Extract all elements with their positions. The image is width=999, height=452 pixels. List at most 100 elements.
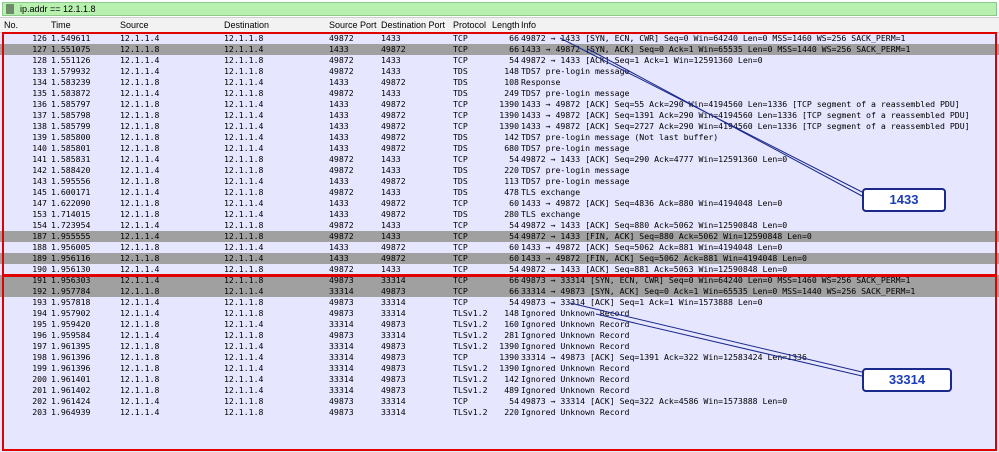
packet-time: 1.585797 <box>51 99 91 109</box>
packet-row[interactable]: 154 1.723954 12.1.1.4 12.1.1.8 49872 1433 TCP 5… <box>0 220 999 231</box>
packet-no: 133 <box>32 66 47 76</box>
packet-destination-port: 49873 <box>381 385 406 395</box>
col-header-source-port[interactable]: Source Port <box>329 18 377 32</box>
packet-no: 192 <box>32 286 47 296</box>
packet-destination: 12.1.1.4 <box>224 374 264 384</box>
packet-row[interactable]: 190 1.956130 12.1.1.4 12.1.1.8 49872 1433 TCP 5… <box>0 264 999 275</box>
packet-destination-port: 49873 <box>381 363 406 373</box>
packet-row[interactable]: 134 1.583239 12.1.1.8 12.1.1.4 1433 49872 TDS 1… <box>0 77 999 88</box>
packet-source: 12.1.1.8 <box>120 374 160 384</box>
packet-info: Ignored Unknown Record <box>521 385 630 395</box>
packet-row[interactable]: 199 1.961396 12.1.1.8 12.1.1.4 33314 49873 TLS… <box>0 363 999 374</box>
packet-row[interactable]: 133 1.579932 12.1.1.4 12.1.1.8 49872 1433 TDS 1… <box>0 66 999 77</box>
packet-protocol: TCP <box>453 253 468 263</box>
packet-row[interactable]: 195 1.959420 12.1.1.8 12.1.1.4 33314 49873 TLS… <box>0 319 999 330</box>
packet-destination: 12.1.1.8 <box>224 231 264 241</box>
packet-row[interactable]: 126 1.549611 12.1.1.4 12.1.1.8 49872 1433 TCP 6… <box>0 33 999 44</box>
packet-destination-port: 1433 <box>381 165 401 175</box>
col-header-length[interactable]: Length <box>492 18 520 32</box>
packet-row[interactable]: 147 1.622090 12.1.1.8 12.1.1.4 1433 49872 TCP 6… <box>0 198 999 209</box>
packet-row[interactable]: 201 1.961402 12.1.1.8 12.1.1.4 33314 49873 TLS… <box>0 385 999 396</box>
col-header-no[interactable]: No. <box>4 18 18 32</box>
packet-row[interactable]: 143 1.595556 12.1.1.8 12.1.1.4 1433 49872 TDS 1… <box>0 176 999 187</box>
packet-row[interactable]: 137 1.585798 12.1.1.8 12.1.1.4 1433 49872 TCP 1… <box>0 110 999 121</box>
packet-row[interactable]: 187 1.955555 12.1.1.4 12.1.1.8 49872 1433 TCP 5… <box>0 231 999 242</box>
packet-destination: 12.1.1.8 <box>224 308 264 318</box>
packet-protocol: TCP <box>453 242 468 252</box>
packet-row[interactable]: 203 1.964939 12.1.1.4 12.1.1.8 49873 33314 TLS… <box>0 407 999 418</box>
packet-row[interactable]: 202 1.961424 12.1.1.4 12.1.1.8 49873 33314 TCP… <box>0 396 999 407</box>
packet-length: 108 <box>504 77 519 87</box>
col-header-destination-port[interactable]: Destination Port <box>381 18 445 32</box>
packet-row[interactable]: 197 1.961395 12.1.1.8 12.1.1.4 33314 49873 TLS… <box>0 341 999 352</box>
packet-row[interactable]: 188 1.956005 12.1.1.8 12.1.1.4 1433 49872 TCP 6… <box>0 242 999 253</box>
packet-destination: 12.1.1.4 <box>224 319 264 329</box>
packet-length: 54 <box>509 297 519 307</box>
col-header-destination[interactable]: Destination <box>224 18 269 32</box>
packet-source: 12.1.1.8 <box>120 198 160 208</box>
packet-destination: 12.1.1.4 <box>224 132 264 142</box>
packet-row[interactable]: 138 1.585799 12.1.1.8 12.1.1.4 1433 49872 TCP 1… <box>0 121 999 132</box>
packet-row[interactable]: 191 1.956303 12.1.1.4 12.1.1.8 49873 33314 TCP… <box>0 275 999 286</box>
col-header-info[interactable]: Info <box>521 18 536 32</box>
display-filter-input[interactable]: ip.addr == 12.1.1.8 <box>2 2 997 16</box>
packet-time: 1.622090 <box>51 198 91 208</box>
packet-source: 12.1.1.8 <box>120 121 160 131</box>
col-header-protocol[interactable]: Protocol <box>453 18 486 32</box>
packet-no: 191 <box>32 275 47 285</box>
packet-length: 66 <box>509 275 519 285</box>
packet-time: 1.714015 <box>51 209 91 219</box>
packet-protocol: TLSv1.2 <box>453 374 488 384</box>
packet-destination: 12.1.1.8 <box>224 88 264 98</box>
packet-length: 680 <box>504 143 519 153</box>
packet-row[interactable]: 135 1.583872 12.1.1.4 12.1.1.8 49872 1433 TDS 2… <box>0 88 999 99</box>
packet-row[interactable]: 140 1.585801 12.1.1.8 12.1.1.4 1433 49872 TDS 6… <box>0 143 999 154</box>
packet-no: 138 <box>32 121 47 131</box>
packet-destination-port: 49872 <box>381 132 406 142</box>
packet-length: 280 <box>504 209 519 219</box>
packet-time: 1.583872 <box>51 88 91 98</box>
packet-row[interactable]: 127 1.551075 12.1.1.8 12.1.1.4 1433 49872 TCP 6… <box>0 44 999 55</box>
packet-destination: 12.1.1.4 <box>224 242 264 252</box>
packet-destination-port: 49872 <box>381 77 406 87</box>
col-header-source[interactable]: Source <box>120 18 149 32</box>
packet-source: 12.1.1.4 <box>120 308 160 318</box>
packet-source-port: 49873 <box>329 330 354 340</box>
packet-length: 1390 <box>499 99 519 109</box>
packet-protocol: TCP <box>453 220 468 230</box>
packet-protocol: TCP <box>453 121 468 131</box>
packet-row[interactable]: 192 1.957784 12.1.1.8 12.1.1.4 33314 49873 TCP… <box>0 286 999 297</box>
packet-no: 137 <box>32 110 47 120</box>
packet-row[interactable]: 194 1.957902 12.1.1.4 12.1.1.8 49873 33314 TLS… <box>0 308 999 319</box>
packet-destination-port: 1433 <box>381 33 401 43</box>
packet-row[interactable]: 200 1.961401 12.1.1.8 12.1.1.4 33314 49873 TLS… <box>0 374 999 385</box>
packet-no: 189 <box>32 253 47 263</box>
packet-time: 1.585801 <box>51 143 91 153</box>
packet-length: 1390 <box>499 110 519 120</box>
packet-row[interactable]: 136 1.585797 12.1.1.8 12.1.1.4 1433 49872 TCP 1… <box>0 99 999 110</box>
packet-row[interactable]: 145 1.600171 12.1.1.4 12.1.1.8 49872 1433 TDS 4… <box>0 187 999 198</box>
packet-row[interactable]: 193 1.957818 12.1.1.4 12.1.1.8 49873 33314 TCP… <box>0 297 999 308</box>
packet-row[interactable]: 196 1.959584 12.1.1.4 12.1.1.8 49873 33314 TLS… <box>0 330 999 341</box>
packet-no: 147 <box>32 198 47 208</box>
packet-source-port: 49873 <box>329 275 354 285</box>
packet-row[interactable]: 142 1.588420 12.1.1.4 12.1.1.8 49872 1433 TDS 2… <box>0 165 999 176</box>
packet-row[interactable]: 189 1.956116 12.1.1.8 12.1.1.4 1433 49872 TCP 6… <box>0 253 999 264</box>
packet-destination-port: 49873 <box>381 286 406 296</box>
packet-row[interactable]: 139 1.585800 12.1.1.8 12.1.1.4 1433 49872 TDS 1… <box>0 132 999 143</box>
packet-row[interactable]: 141 1.585831 12.1.1.4 12.1.1.8 49872 1433 TCP 5… <box>0 154 999 165</box>
packet-length: 66 <box>509 33 519 43</box>
packet-destination-port: 49873 <box>381 319 406 329</box>
packet-info: TDS7 pre-login message <box>521 165 630 175</box>
packet-no: 200 <box>32 374 47 384</box>
packet-row[interactable]: 198 1.961396 12.1.1.8 12.1.1.4 33314 49873 TCP… <box>0 352 999 363</box>
packet-destination-port: 49873 <box>381 352 406 362</box>
packet-protocol: TCP <box>453 33 468 43</box>
bookmark-icon[interactable] <box>6 4 14 14</box>
packet-destination: 12.1.1.8 <box>224 275 264 285</box>
packet-source-port: 33314 <box>329 352 354 362</box>
packet-destination-port: 1433 <box>381 66 401 76</box>
packet-row[interactable]: 128 1.551126 12.1.1.4 12.1.1.8 49872 1433 TCP 5… <box>0 55 999 66</box>
col-header-time[interactable]: Time <box>51 18 71 32</box>
packet-row[interactable]: 153 1.714015 12.1.1.8 12.1.1.4 1433 49872 TDS 2… <box>0 209 999 220</box>
